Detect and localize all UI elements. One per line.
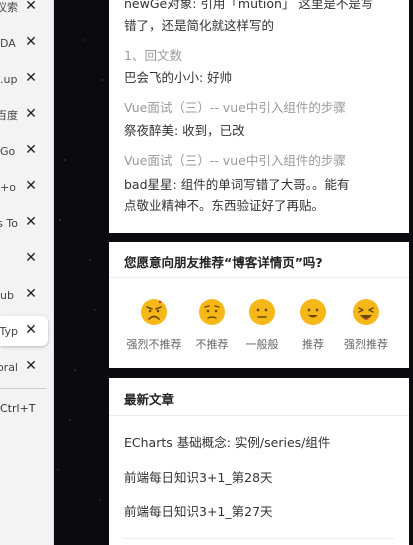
neutral-face-icon bbox=[249, 299, 275, 325]
comment-article-link[interactable]: Vue面试（三）-- vue中引入组件的步骤 bbox=[124, 152, 394, 170]
divider bbox=[109, 415, 409, 416]
tab-title: o+ bbox=[0, 180, 16, 194]
close-icon[interactable]: ✕ bbox=[24, 358, 38, 374]
comment-text: newGe对象: 引用「mution」 这里是不是写 bbox=[124, 0, 374, 11]
survey-question: 您愿意向朋友推荐“博客详情页”吗? bbox=[124, 255, 323, 270]
browser-tab[interactable]: DA ✕ bbox=[0, 28, 48, 58]
browser-tab[interactable]: 百度 ✕ bbox=[0, 100, 48, 130]
tab-title: up. bbox=[0, 72, 18, 86]
close-icon[interactable]: ✕ bbox=[24, 0, 38, 14]
divider bbox=[109, 277, 409, 278]
laughing-face-icon bbox=[353, 299, 379, 325]
worried-face-icon bbox=[199, 299, 225, 325]
tab-title: oral bbox=[0, 360, 18, 374]
browser-tab[interactable]: o+ ✕ bbox=[0, 172, 48, 202]
browser-tab[interactable]: 建议索 ✕ bbox=[0, 0, 48, 22]
close-icon[interactable]: ✕ bbox=[24, 34, 38, 50]
reaction-recommend[interactable]: 推荐 bbox=[283, 298, 343, 352]
recent-comments-card: newGe对象: 引用「mution」 这里是不是写 错了，还是简化就这样写的 … bbox=[109, 0, 409, 233]
close-icon[interactable]: ✕ bbox=[24, 214, 38, 230]
new-tab-shortcut[interactable]: Ctrl+T bbox=[0, 402, 36, 415]
comment-reply: 巴会飞的小小: 好帅 bbox=[124, 70, 233, 85]
comment-reply: 祭夜醉美: 收到，已改 bbox=[124, 123, 245, 138]
reaction-label: 推荐 bbox=[302, 338, 324, 351]
browser-tab[interactable]: oral ✕ bbox=[0, 352, 48, 382]
comment-reply: bad星星: 组件的单词写错了大哥。。能有 bbox=[124, 177, 350, 192]
browser-tab[interactable]: Go ✕ bbox=[0, 136, 48, 166]
tab-title: ub bbox=[0, 288, 14, 302]
comment-text: 错了，还是简化就这样写的 bbox=[124, 18, 275, 33]
reaction-label: 强烈推荐 bbox=[344, 338, 388, 351]
close-icon[interactable]: ✕ bbox=[24, 286, 38, 302]
reaction-strongly-recommend[interactable]: 强烈推荐 bbox=[336, 298, 396, 352]
divider bbox=[124, 538, 394, 539]
tab-title: DA bbox=[0, 36, 16, 50]
article-link[interactable]: ECharts 基础概念: 实例/series/组件 bbox=[124, 432, 330, 451]
close-icon[interactable]: ✕ bbox=[24, 178, 38, 194]
reaction-label: 强烈不推荐 bbox=[126, 338, 182, 351]
latest-articles-card: 最新文章 ECharts 基础概念: 实例/series/组件 前端每日知识3+… bbox=[109, 378, 409, 545]
tab-title: Go bbox=[0, 144, 16, 158]
comment-article-link[interactable]: Vue面试（三）-- vue中引入组件的步骤 bbox=[124, 99, 394, 117]
tab-title: s To bbox=[0, 216, 18, 230]
browser-tab[interactable]: ub ✕ bbox=[0, 280, 48, 310]
browser-tab[interactable]: ✕ bbox=[0, 244, 48, 274]
recommend-survey-card: 您愿意向朋友推荐“博客详情页”吗? 强烈不推荐 不推荐 一般般 推荐 强烈推荐 bbox=[109, 242, 409, 368]
browser-tab[interactable]: s To ✕ bbox=[0, 208, 48, 238]
article-link[interactable]: 前端每日知识3+1_第28天 bbox=[124, 467, 273, 486]
tab-title: Typ bbox=[0, 324, 18, 338]
angry-face-icon bbox=[141, 299, 167, 325]
close-icon[interactable]: ✕ bbox=[24, 250, 38, 266]
browser-tab[interactable]: up. ✕ bbox=[0, 64, 48, 94]
section-title: 最新文章 bbox=[124, 392, 175, 407]
close-icon[interactable]: ✕ bbox=[24, 322, 38, 338]
tab-strip-divider bbox=[0, 388, 46, 389]
tab-title: 百度 bbox=[0, 109, 18, 122]
smiling-face-icon bbox=[300, 299, 326, 325]
browser-tab-strip: 建议索 ✕ DA ✕ up. ✕ 百度 ✕ Go ✕ o+ ✕ s To ✕ ✕… bbox=[0, 0, 54, 545]
browser-tab-active[interactable]: Typ ✕ bbox=[0, 316, 48, 346]
close-icon[interactable]: ✕ bbox=[24, 106, 38, 122]
reaction-strongly-not-recommend[interactable]: 强烈不推荐 bbox=[124, 298, 184, 352]
article-link[interactable]: 前端每日知识3+1_第27天 bbox=[124, 501, 273, 520]
comment-reply: 点敬业精神不。东西验证好了再贴。 bbox=[124, 198, 325, 213]
close-icon[interactable]: ✕ bbox=[24, 70, 38, 86]
comment-article-link[interactable]: 1、回文数 bbox=[124, 47, 394, 65]
close-icon[interactable]: ✕ bbox=[24, 142, 38, 158]
tab-title: 建议索 bbox=[0, 1, 18, 14]
